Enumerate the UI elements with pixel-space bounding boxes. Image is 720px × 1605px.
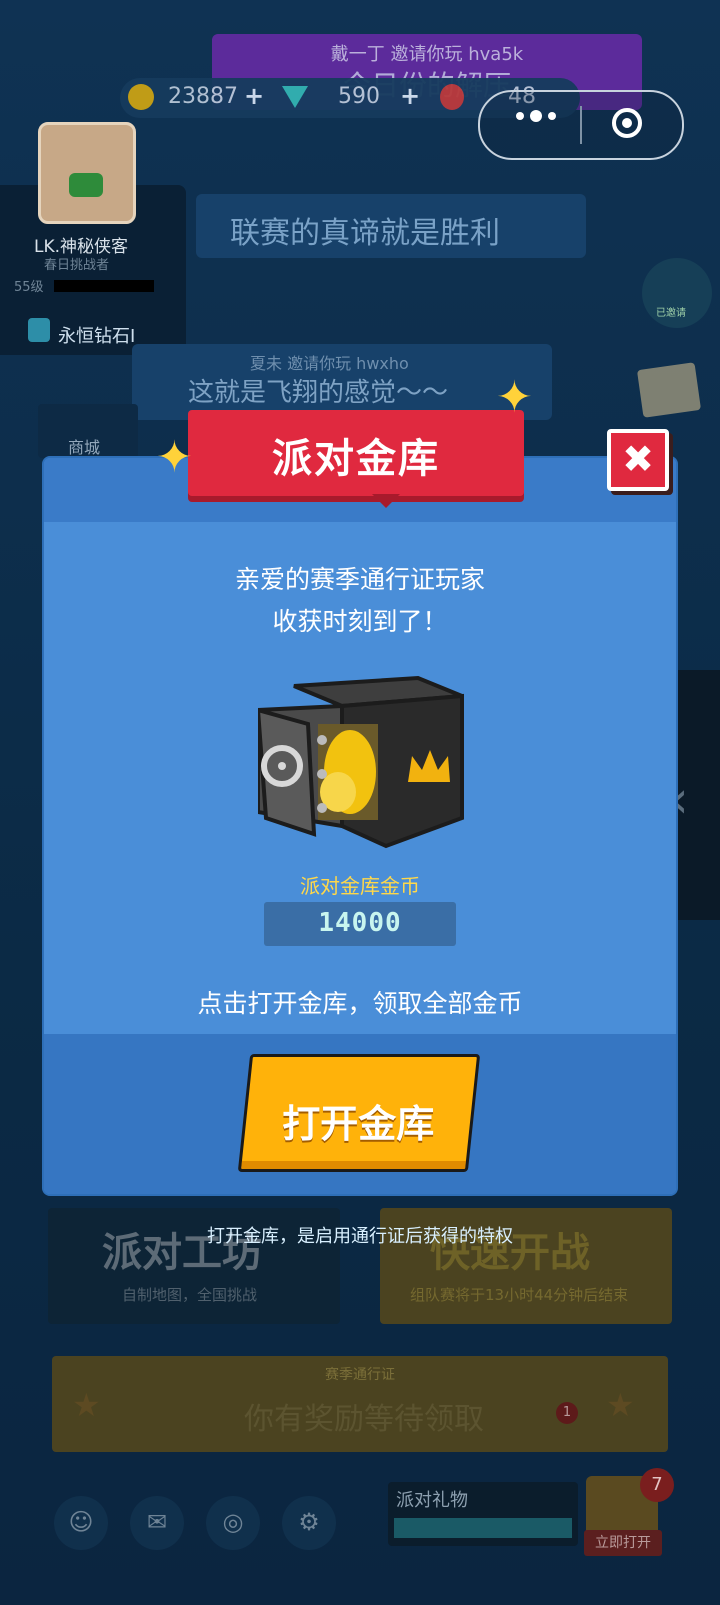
safe-icon [258,675,464,849]
vault-coin-display: 14000 [264,902,456,946]
greeting-line-1: 亲爱的赛季通行证玩家 [234,565,485,594]
open-vault-label: 打开金库 [282,1102,435,1146]
vault-coin-amount: 14000 [318,908,402,938]
close-button[interactable]: ✖ [607,429,669,491]
modal-title: 派对金库 [272,436,440,482]
sparkle-icon: ✦ [496,372,533,423]
close-icon: ✖ [622,437,654,481]
greeting-line-2: 收获时刻到了！ [272,607,448,636]
modal-title-ribbon: 派对金库 [188,410,524,496]
vault-privilege-note: 打开金库，是启用通行证后获得的特权 [207,1226,513,1247]
open-vault-button[interactable]: 打开金库 [237,1054,481,1172]
sparkle-icon: ✦ [156,432,193,483]
vault-hint: 点击打开金库，领取全部金币 [197,989,523,1018]
vault-coin-label: 派对金库金币 [300,874,420,898]
ribbon-tail [372,494,400,508]
